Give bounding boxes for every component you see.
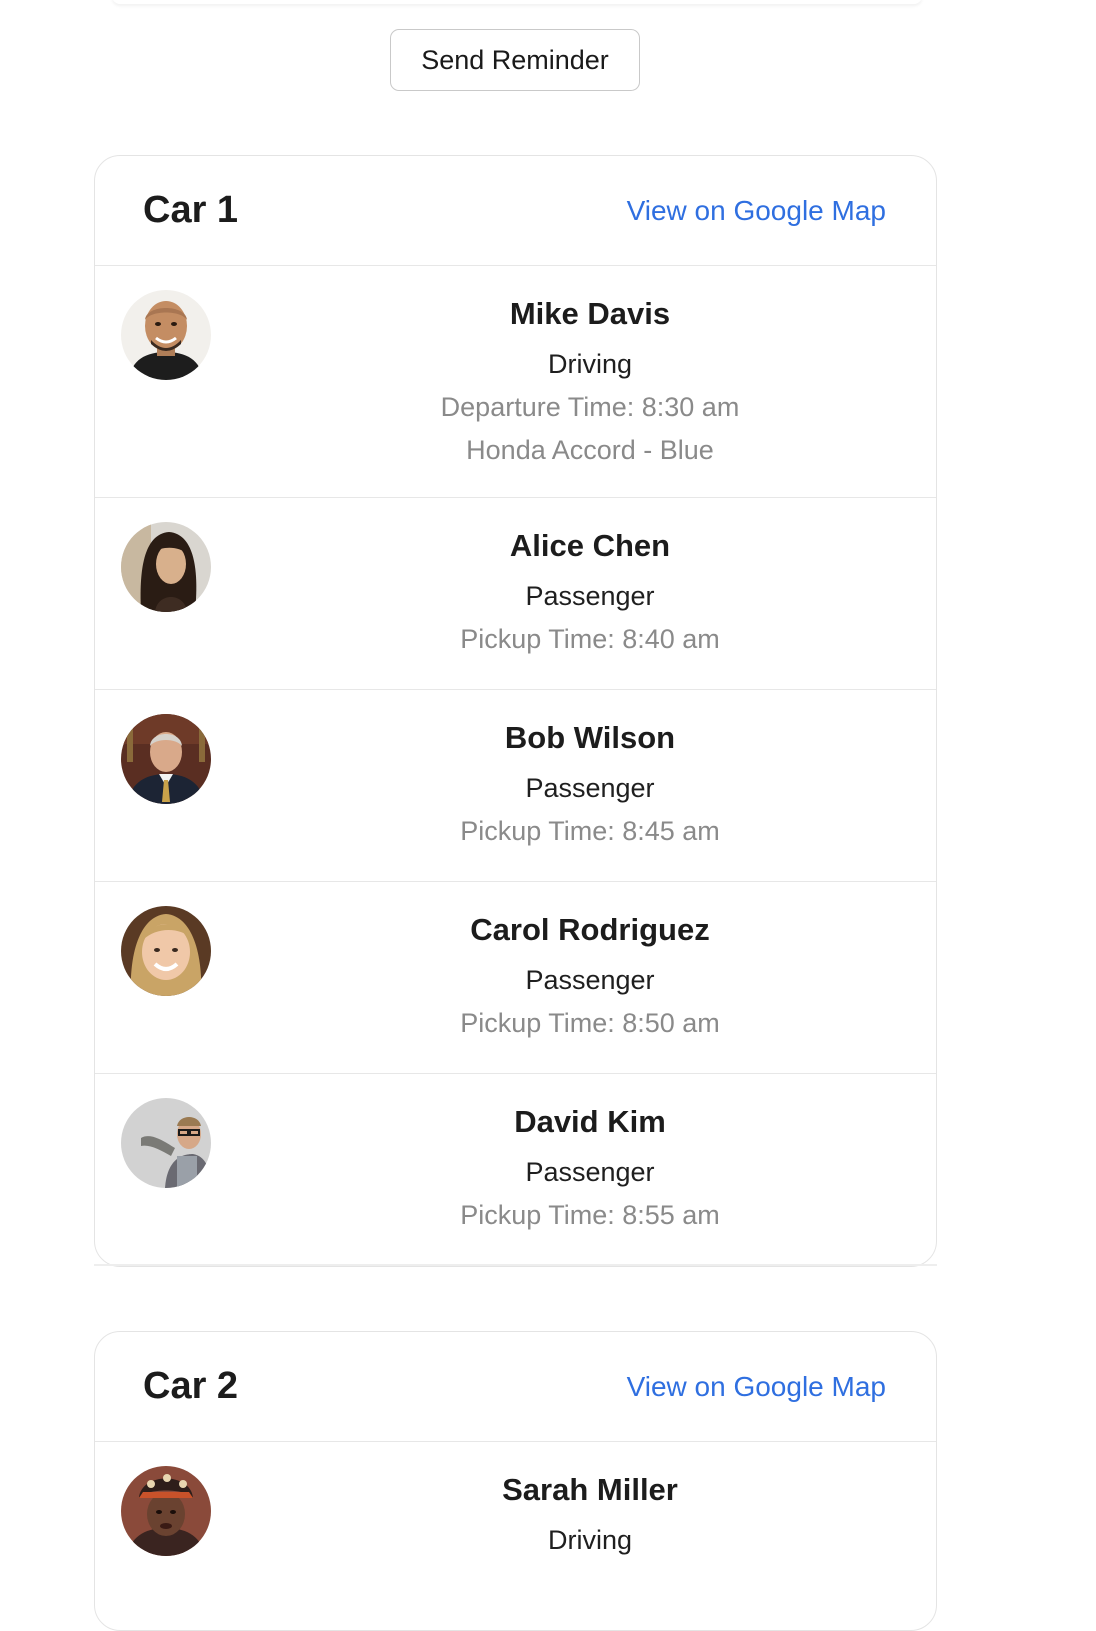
- member-info: Bob Wilson Passenger Pickup Time: 8:45 a…: [285, 718, 895, 848]
- pickup-time: Pickup Time: 8:55 am: [460, 1200, 720, 1230]
- avatar-woman-dark-hair: [121, 522, 211, 612]
- member-name: David Kim: [514, 1104, 666, 1139]
- member-info: Carol Rodriguez Passenger Pickup Time: 8…: [285, 910, 895, 1040]
- member-name: Carol Rodriguez: [470, 912, 710, 947]
- member-info: Sarah Miller Driving: [285, 1470, 895, 1557]
- pickup-time: Pickup Time: 8:45 am: [460, 816, 720, 846]
- member-row: Alice Chen Passenger Pickup Time: 8:40 a…: [95, 498, 936, 690]
- member-role: Passenger: [525, 581, 655, 611]
- member-info: Alice Chen Passenger Pickup Time: 8:40 a…: [285, 526, 895, 656]
- vehicle-info: Honda Accord - Blue: [466, 435, 714, 465]
- pickup-time: Pickup Time: 8:40 am: [460, 624, 720, 654]
- member-info: David Kim Passenger Pickup Time: 8:55 am: [285, 1102, 895, 1232]
- avatar-man-glasses: [121, 1098, 211, 1188]
- member-info: Mike Davis Driving Departure Time: 8:30 …: [285, 294, 895, 467]
- member-name: Sarah Miller: [502, 1472, 678, 1507]
- member-name: Mike Davis: [509, 296, 671, 331]
- car-header: Car 2 View on Google Map: [95, 1332, 936, 1442]
- member-row: Carol Rodriguez Passenger Pickup Time: 8…: [95, 882, 936, 1074]
- member-row: Sarah Miller Driving: [95, 1442, 936, 1630]
- card-divider: [94, 1264, 937, 1268]
- car-title: Car 2: [143, 1365, 239, 1407]
- member-row: Bob Wilson Passenger Pickup Time: 8:45 a…: [95, 690, 936, 882]
- previous-card-edge: [112, 0, 922, 4]
- avatar-man-bald: [121, 290, 211, 380]
- member-role: Passenger: [525, 965, 655, 995]
- member-name: Bob Wilson: [504, 720, 676, 755]
- car-title: Car 1: [143, 189, 239, 231]
- view-on-google-map-link[interactable]: View on Google Map: [627, 1371, 886, 1403]
- avatar-woman-headwrap: [121, 1466, 211, 1556]
- member-role: Driving: [547, 349, 633, 379]
- departure-time: Departure Time: 8:30 am: [440, 392, 740, 422]
- member-row: David Kim Passenger Pickup Time: 8:55 am: [95, 1074, 936, 1266]
- reminder-section: Send Reminder: [0, 29, 1030, 91]
- send-reminder-button[interactable]: Send Reminder: [390, 29, 640, 91]
- member-role: Driving: [547, 1525, 633, 1555]
- member-role: Passenger: [525, 1157, 655, 1187]
- view-on-google-map-link[interactable]: View on Google Map: [627, 195, 886, 227]
- member-name: Alice Chen: [509, 528, 671, 563]
- avatar-man-suit: [121, 714, 211, 804]
- avatar-woman-blonde: [121, 906, 211, 996]
- car-card: Car 1 View on Google Map Mike Davis Driv…: [94, 155, 937, 1267]
- pickup-time: Pickup Time: 8:50 am: [460, 1008, 720, 1038]
- car-card: Car 2 View on Google Map Sarah Miller Dr…: [94, 1331, 937, 1631]
- member-row: Mike Davis Driving Departure Time: 8:30 …: [95, 266, 936, 498]
- member-role: Passenger: [525, 773, 655, 803]
- car-header: Car 1 View on Google Map: [95, 156, 936, 266]
